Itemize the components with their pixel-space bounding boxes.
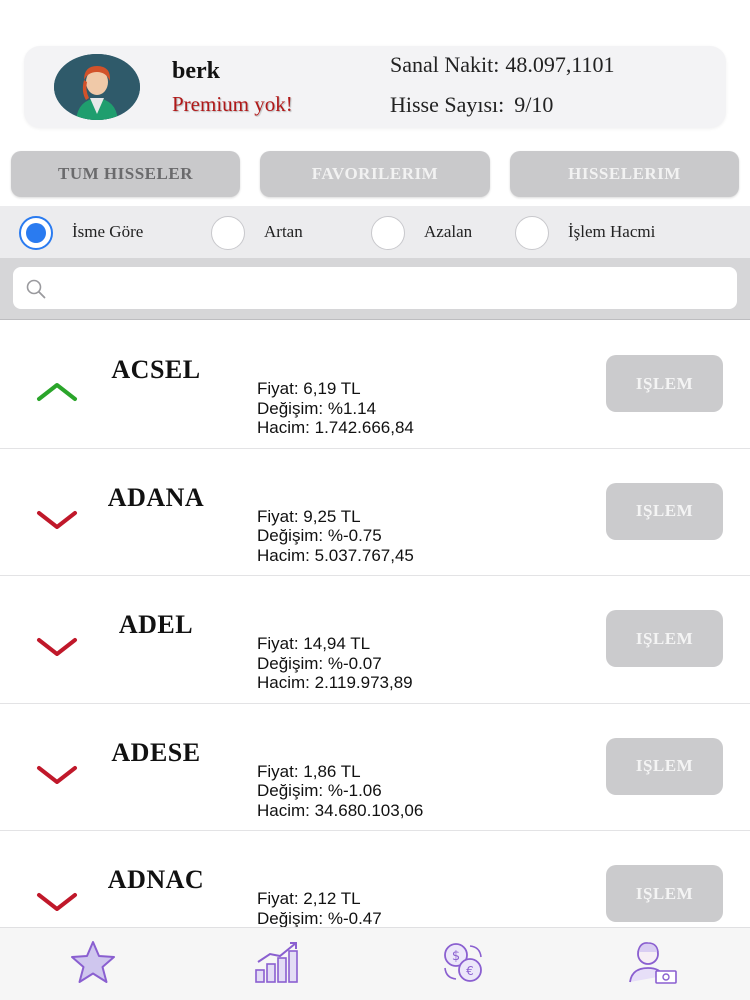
bar-chart-icon <box>255 942 298 983</box>
cash-label: Sanal Nakit: <box>390 52 500 77</box>
currency-exchange-icon: $ € <box>444 943 482 982</box>
stock-price: Fiyat: 2,12 TL <box>257 889 361 908</box>
trend-up-icon <box>37 383 77 401</box>
sort-descending-label[interactable]: Azalan <box>424 222 472 242</box>
username: berk <box>172 58 220 84</box>
stock-row-adese[interactable]: ADESE Fiyat: 1,86 TL Değişim: %-1.06 Hac… <box>0 703 750 831</box>
stock-volume: Hacim: 1.742.666,84 <box>257 418 414 437</box>
trend-down-icon <box>37 765 77 784</box>
svg-text:$: $ <box>452 949 460 964</box>
tab-favorites[interactable]: FAVORILERIM <box>260 151 490 197</box>
sort-volume-radio[interactable] <box>515 216 549 250</box>
avatar-image <box>54 54 140 120</box>
stock-change: Değişim: %-0.07 <box>257 653 382 673</box>
stock-row-acsel[interactable]: ACSEL Fiyat: 6,19 TL Değişim: %1.14 Haci… <box>0 321 750 449</box>
sort-by-name-label[interactable]: İsme Göre <box>72 222 143 242</box>
stock-price: Fiyat: 6,19 TL <box>257 379 361 398</box>
nav-exchange[interactable]: $ € <box>436 938 490 986</box>
nav-favorites[interactable] <box>66 938 120 986</box>
stock-row-adnac[interactable]: ADNAC Fiyat: 2,12 TL Değişim: %-0.47 IŞL… <box>0 831 750 927</box>
sort-descending-radio[interactable] <box>371 216 405 250</box>
stock-details: Fiyat: 14,94 TL Değişim: %-0.07 Hacim: 2… <box>257 634 413 693</box>
search-icon <box>26 279 46 299</box>
stock-volume: Hacim: 34.680.103,06 <box>257 800 424 820</box>
avatar <box>54 54 140 120</box>
stock-list: ACSEL Fiyat: 6,19 TL Değişim: %1.14 Haci… <box>0 321 750 927</box>
trend-down-icon <box>37 893 77 911</box>
stock-row-adana[interactable]: ADANA Fiyat: 9,25 TL Değişim: %-0.75 Hac… <box>0 448 750 576</box>
stock-symbol: ADESE <box>111 737 201 767</box>
share-count: Hisse Sayısı: 9/10 <box>390 92 553 118</box>
stock-volume: Hacim: 5.037.767,45 <box>257 545 414 565</box>
stock-symbol: ACSEL <box>111 355 201 384</box>
trade-button[interactable]: IŞLEM <box>606 865 723 922</box>
svg-text:€: € <box>466 964 474 978</box>
tab-my-stocks[interactable]: HISSELERIM <box>510 151 739 197</box>
stock-change: Değişim: %1.14 <box>257 398 377 418</box>
user-money-icon <box>629 942 677 984</box>
star-icon <box>71 941 115 983</box>
nav-profile[interactable] <box>626 938 680 986</box>
search-bar <box>0 258 750 320</box>
stock-price: Fiyat: 14,94 TL <box>257 634 371 653</box>
stock-details: Fiyat: 2,12 TL Değişim: %-0.47 <box>257 889 382 927</box>
shares-value: 9/10 <box>514 92 554 117</box>
stock-price: Fiyat: 9,25 TL <box>257 506 361 526</box>
stock-volume: Hacim: 2.119.973,89 <box>257 673 413 692</box>
stock-details: Fiyat: 9,25 TL Değişim: %-0.75 Hacim: 5.… <box>257 507 414 566</box>
cash-balance: Sanal Nakit: 48.097,1101 <box>390 52 615 78</box>
tab-all-stocks[interactable]: TUM HISSELER <box>11 151 240 197</box>
stock-price: Fiyat: 1,86 TL <box>257 761 361 781</box>
nav-market[interactable] <box>252 938 306 986</box>
trend-down-icon <box>37 638 77 656</box>
stock-symbol: ADEL <box>118 610 194 639</box>
trade-button[interactable]: IŞLEM <box>606 737 723 795</box>
cash-value: 48.097,1101 <box>505 52 615 77</box>
sort-ascending-label[interactable]: Artan <box>264 222 303 242</box>
shares-label: Hisse Sayısı: <box>390 92 505 117</box>
trade-button[interactable]: IŞLEM <box>606 482 723 540</box>
sort-ascending-radio[interactable] <box>211 216 245 250</box>
stock-change: Değişim: %-0.47 <box>257 908 382 928</box>
bottom-nav: $ € <box>0 927 750 1000</box>
premium-status: Premium yok! <box>172 92 293 116</box>
search-input[interactable] <box>13 267 737 309</box>
stock-symbol: ADANA <box>107 482 205 512</box>
sort-volume-label[interactable]: İşlem Hacmi <box>568 222 655 242</box>
stock-row-adel[interactable]: ADEL Fiyat: 14,94 TL Değişim: %-0.07 Hac… <box>0 576 750 704</box>
profile-card: berk Premium yok! Sanal Nakit: 48.097,110… <box>24 46 726 128</box>
stock-change: Değişim: %-0.75 <box>257 526 382 545</box>
stock-details: Fiyat: 6,19 TL Değişim: %1.14 Hacim: 1.7… <box>257 379 414 438</box>
trade-button[interactable]: IŞLEM <box>606 355 723 412</box>
trend-down-icon <box>37 510 77 529</box>
stock-details: Fiyat: 1,86 TL Değişim: %-1.06 Hacim: 34… <box>257 762 423 821</box>
stock-symbol: ADNAC <box>107 865 205 894</box>
sort-options: İsme Göre Artan Azalan İşlem Hacmi <box>0 206 750 258</box>
sort-by-name-radio[interactable] <box>19 216 53 250</box>
stock-change: Değişim: %-1.06 <box>257 781 382 800</box>
trade-button[interactable]: IŞLEM <box>606 610 723 667</box>
